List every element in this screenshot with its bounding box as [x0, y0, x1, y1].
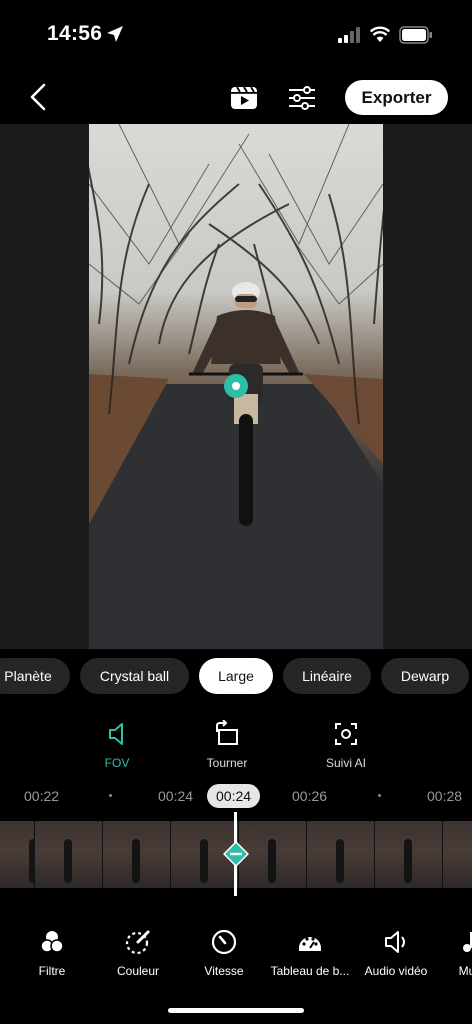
lens-mode-selector: Planète Crystal ball Large Linéaire Dewa…	[0, 658, 472, 696]
filmstrip-frame	[375, 821, 443, 888]
adjustments-sliders-icon[interactable]	[287, 84, 317, 112]
video-preview-icon[interactable]	[229, 84, 259, 112]
cellular-signal-icon	[338, 27, 360, 43]
bottom-color-label: Couleur	[116, 964, 160, 978]
wifi-icon	[370, 26, 390, 42]
bottom-music[interactable]: Mu	[452, 924, 472, 978]
lens-tools: FOV Tourner Suivi AI	[0, 714, 472, 774]
filmstrip-frame	[0, 821, 37, 888]
audio-icon	[385, 931, 405, 953]
bottom-dashboard-label: Tableau de b...	[270, 964, 350, 978]
tool-rotate-label: Tourner	[206, 756, 248, 770]
speed-icon	[211, 929, 237, 955]
current-time-badge: 00:24	[207, 784, 261, 808]
tool-fov[interactable]: FOV	[72, 714, 162, 770]
bottom-filter-label: Filtre	[38, 964, 66, 978]
bottom-music-label: Mu	[458, 964, 472, 978]
tick-dot	[378, 794, 381, 797]
home-indicator	[168, 1008, 304, 1013]
filmstrip-frame	[443, 821, 472, 888]
time-tick: 00:24	[158, 788, 194, 804]
time-tick: 00:26	[292, 788, 328, 804]
tool-fov-label: FOV	[104, 756, 130, 770]
bottom-color[interactable]: Couleur	[106, 924, 170, 978]
ai-tracking-icon	[335, 723, 357, 745]
timeline-ruler: 00:22 00:24 00:24 00:26 00:28	[0, 782, 472, 808]
rotate-icon	[216, 720, 238, 745]
bottom-tool-bar: Filtre Couleur Vitesse Tableau de b... A…	[0, 924, 472, 984]
music-icon	[463, 932, 472, 952]
speaker-fov-icon	[109, 723, 123, 745]
tick-dot	[109, 794, 112, 797]
filmstrip-frame	[307, 821, 375, 888]
status-bar: 14:56	[0, 0, 472, 70]
tool-ai-tracking-label: Suivi AI	[325, 756, 367, 770]
dashboard-icon	[299, 937, 321, 951]
status-time: 14:56	[47, 22, 103, 45]
filmstrip-frame	[239, 821, 307, 888]
color-icon	[125, 930, 150, 955]
back-chevron-icon[interactable]	[26, 82, 52, 112]
filter-icon	[40, 931, 64, 953]
video-frame[interactable]	[89, 124, 383, 649]
keyframe-diamond-icon[interactable]	[223, 841, 249, 867]
bottom-dashboard[interactable]: Tableau de b...	[266, 924, 354, 978]
bottom-speed-label: Vitesse	[204, 964, 244, 978]
time-tick: 00:28	[427, 788, 463, 804]
lens-chip-lineaire[interactable]: Linéaire	[283, 658, 371, 694]
tracking-point-marker[interactable]	[223, 373, 249, 399]
filmstrip-frame	[103, 821, 171, 888]
lens-chip-dewarp[interactable]: Dewarp	[381, 658, 469, 694]
bottom-speed[interactable]: Vitesse	[194, 924, 254, 978]
location-arrow-icon	[107, 26, 123, 42]
tool-rotate[interactable]: Tourner	[182, 714, 272, 770]
time-tick: 00:22	[24, 788, 60, 804]
bottom-audio-label: Audio vidéo	[364, 964, 428, 978]
bottom-audio[interactable]: Audio vidéo	[361, 924, 431, 978]
export-button[interactable]: Exporter	[345, 80, 448, 115]
bottom-filter[interactable]: Filtre	[22, 924, 82, 978]
editor-toolbar: Exporter	[0, 72, 472, 124]
lens-chip-crystal-ball[interactable]: Crystal ball	[80, 658, 189, 694]
battery-icon	[399, 26, 432, 44]
lens-chip-planete[interactable]: Planète	[0, 658, 70, 694]
lens-chip-large[interactable]: Large	[199, 658, 273, 694]
filmstrip-frame	[35, 821, 103, 888]
tool-ai-tracking[interactable]: Suivi AI	[301, 714, 391, 770]
video-preview-area	[0, 124, 472, 649]
